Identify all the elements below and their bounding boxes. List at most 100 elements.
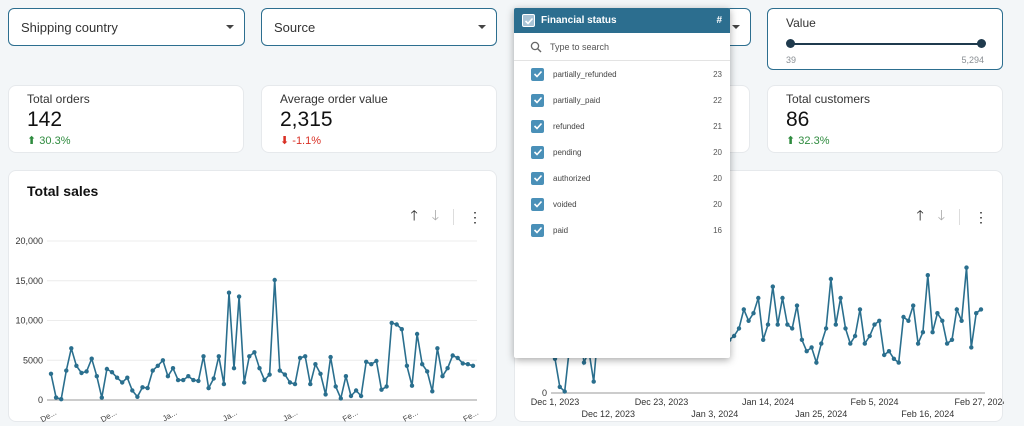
data-point[interactable] <box>751 311 756 316</box>
data-point[interactable] <box>236 294 242 299</box>
data-point[interactable] <box>741 307 746 312</box>
data-point[interactable] <box>911 303 916 308</box>
data-point[interactable] <box>53 395 59 400</box>
dropdown-search[interactable]: Type to search <box>514 33 730 61</box>
data-point[interactable] <box>196 378 201 384</box>
data-point[interactable] <box>872 322 877 327</box>
data-point[interactable] <box>175 377 181 383</box>
data-point[interactable] <box>877 318 882 323</box>
data-point[interactable] <box>379 387 384 392</box>
data-point[interactable] <box>89 356 94 361</box>
data-point[interactable] <box>272 277 277 283</box>
data-point[interactable] <box>69 346 74 351</box>
data-point[interactable] <box>886 349 892 354</box>
data-point[interactable] <box>465 362 471 367</box>
dropdown-item[interactable]: partially_paid 22 <box>514 87 730 113</box>
data-point[interactable] <box>814 360 819 365</box>
data-point[interactable] <box>450 353 455 358</box>
data-point[interactable] <box>920 330 926 335</box>
data-point[interactable] <box>114 375 120 380</box>
data-point[interactable] <box>231 366 237 371</box>
data-point[interactable] <box>409 383 415 388</box>
data-point[interactable] <box>819 341 824 346</box>
data-point[interactable] <box>343 374 349 379</box>
data-point[interactable] <box>328 354 333 360</box>
data-point[interactable] <box>348 393 354 399</box>
data-point[interactable] <box>935 311 940 316</box>
data-point[interactable] <box>104 366 110 372</box>
data-point[interactable] <box>211 376 216 381</box>
data-point[interactable] <box>292 381 298 387</box>
data-point[interactable] <box>765 322 771 327</box>
data-point[interactable] <box>770 284 775 289</box>
shipping-country-filter[interactable]: Shipping country <box>8 8 245 46</box>
checkbox-icon[interactable] <box>531 223 544 237</box>
data-point[interactable] <box>323 392 328 397</box>
data-point[interactable] <box>891 356 897 361</box>
checkbox-icon[interactable] <box>531 119 544 133</box>
data-point[interactable] <box>425 369 430 374</box>
data-point[interactable] <box>120 380 125 385</box>
data-point[interactable] <box>460 361 465 366</box>
data-point[interactable] <box>809 345 814 350</box>
data-point[interactable] <box>226 290 232 295</box>
data-point[interactable] <box>282 372 288 377</box>
slider-track[interactable] <box>790 43 980 45</box>
data-point[interactable] <box>925 273 930 278</box>
data-point[interactable] <box>257 366 262 371</box>
checkbox-icon[interactable] <box>531 93 544 107</box>
data-point[interactable] <box>94 374 100 379</box>
checkbox-icon[interactable] <box>531 197 544 211</box>
data-point[interactable] <box>435 346 440 351</box>
slider-min-handle[interactable] <box>786 39 795 48</box>
data-point[interactable] <box>165 374 171 379</box>
data-point[interactable] <box>562 389 567 394</box>
data-point[interactable] <box>389 320 394 326</box>
data-point[interactable] <box>591 379 596 384</box>
data-point[interactable] <box>313 362 318 367</box>
data-point[interactable] <box>125 375 130 380</box>
data-point[interactable] <box>896 360 901 365</box>
dropdown-item[interactable]: voided 20 <box>514 191 730 217</box>
source-filter[interactable]: Source <box>261 8 497 46</box>
data-point[interactable] <box>181 377 186 383</box>
data-point[interactable] <box>201 354 206 359</box>
data-point[interactable] <box>862 341 867 346</box>
data-point[interactable] <box>84 369 89 374</box>
data-point[interactable] <box>364 359 369 364</box>
data-point[interactable] <box>736 326 742 331</box>
data-point[interactable] <box>277 368 282 373</box>
data-point[interactable] <box>420 362 425 367</box>
data-point[interactable] <box>959 318 964 323</box>
data-point[interactable] <box>303 354 308 359</box>
data-point[interactable] <box>206 385 211 391</box>
data-point[interactable] <box>318 371 323 376</box>
data-point[interactable] <box>338 396 343 401</box>
data-point[interactable] <box>145 385 150 391</box>
data-point[interactable] <box>333 384 338 389</box>
data-point[interactable] <box>221 381 227 387</box>
data-point[interactable] <box>940 318 945 323</box>
data-point[interactable] <box>867 333 872 339</box>
data-point[interactable] <box>974 311 979 316</box>
data-point[interactable] <box>369 362 374 367</box>
checkbox-icon[interactable] <box>531 67 544 81</box>
data-point[interactable] <box>969 345 974 350</box>
data-point[interactable] <box>838 295 843 301</box>
data-point[interactable] <box>833 322 838 327</box>
data-point[interactable] <box>394 322 399 327</box>
data-point[interactable] <box>267 372 272 377</box>
checkbox-icon[interactable] <box>522 14 535 27</box>
data-point[interactable] <box>882 352 887 358</box>
data-point[interactable] <box>140 385 145 390</box>
data-point[interactable] <box>756 295 761 301</box>
data-point[interactable] <box>857 307 863 312</box>
data-point[interactable] <box>160 358 166 363</box>
data-point[interactable] <box>79 370 84 376</box>
data-point[interactable] <box>135 394 140 399</box>
data-point[interactable] <box>906 318 911 323</box>
data-point[interactable] <box>399 327 404 332</box>
data-point[interactable] <box>581 360 587 365</box>
data-point[interactable] <box>799 337 805 342</box>
dropdown-item[interactable]: authorized 20 <box>514 165 730 191</box>
